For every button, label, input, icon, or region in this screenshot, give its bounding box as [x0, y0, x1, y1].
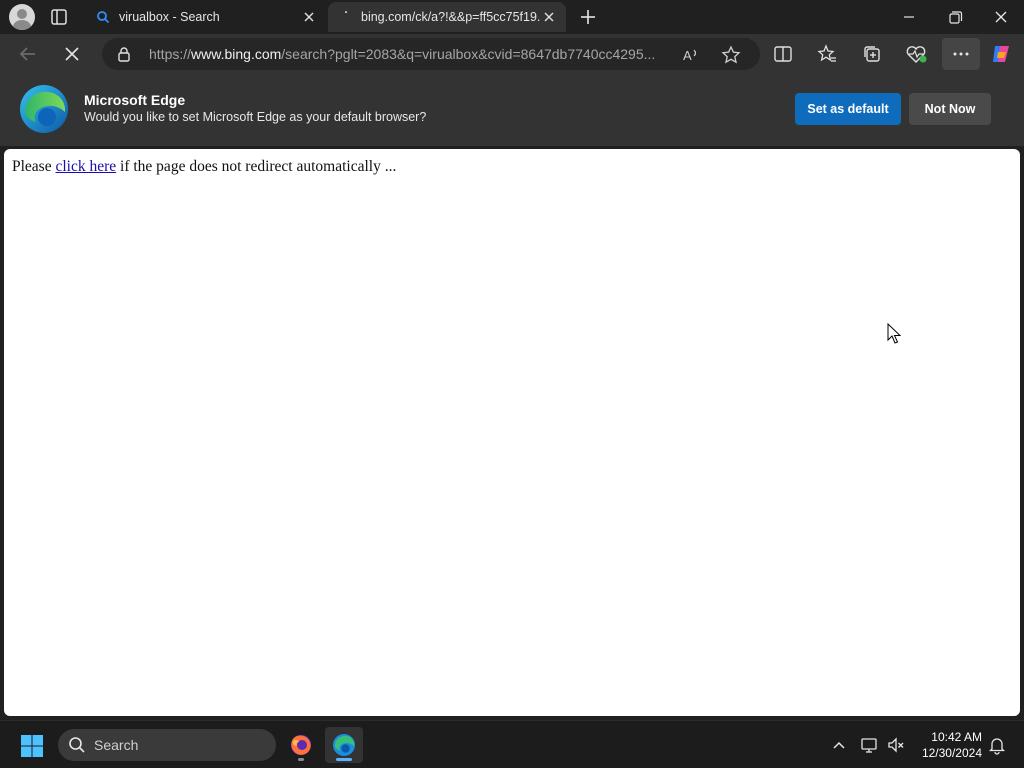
close-tab-icon[interactable]	[540, 8, 558, 26]
taskbar-search-box[interactable]: Search	[58, 729, 276, 761]
tab-virualbox-search[interactable]: virualbox - Search	[86, 2, 326, 32]
notification-bell-icon[interactable]	[987, 735, 1007, 755]
favorites-icon[interactable]	[815, 42, 839, 66]
address-bar[interactable]: https://www.bing.com/search?pglt=2083&q=…	[102, 38, 760, 70]
firefox-icon	[291, 735, 311, 755]
not-now-button[interactable]: Not Now	[909, 93, 991, 125]
windows-taskbar: Search 10:42 AM 12/30/2024	[0, 720, 1024, 768]
infobar-title: Microsoft Edge	[84, 92, 186, 108]
back-arrow-icon[interactable]	[16, 42, 40, 66]
default-browser-infobar: Microsoft Edge Would you like to set Mic…	[0, 74, 1024, 146]
lock-icon[interactable]	[116, 46, 132, 62]
set-as-default-button[interactable]: Set as default	[795, 93, 901, 125]
infobar-message: Would you like to set Microsoft Edge as …	[84, 110, 427, 124]
tab-bing-redirect[interactable]: bing.com/ck/a?!&&p=ff5cc75f19...	[328, 2, 566, 32]
read-aloud-icon[interactable]: A	[680, 44, 702, 66]
clock-date: 12/30/2024	[921, 746, 982, 760]
system-clock[interactable]: 10:42 AM 12/30/2024	[912, 729, 982, 761]
network-icon[interactable]	[860, 735, 880, 755]
split-screen-icon[interactable]	[771, 42, 795, 66]
settings-and-more-button[interactable]	[942, 38, 980, 70]
page-content: Please click here if the page does not r…	[4, 149, 1020, 716]
click-here-link[interactable]: click here	[55, 158, 116, 175]
stop-loading-icon[interactable]	[60, 42, 84, 66]
edge-icon	[333, 734, 355, 756]
close-tab-icon[interactable]	[300, 8, 318, 26]
running-indicator	[298, 758, 304, 761]
restore-window-icon[interactable]	[940, 4, 970, 30]
loading-spinner-icon	[344, 11, 348, 14]
taskbar-edge[interactable]	[325, 727, 363, 763]
edge-logo-icon	[20, 85, 68, 133]
mouse-pointer-icon	[887, 323, 901, 344]
new-tab-icon[interactable]	[576, 5, 600, 29]
taskbar-firefox[interactable]	[282, 727, 320, 763]
collections-icon[interactable]	[860, 42, 884, 66]
close-window-icon[interactable]	[986, 4, 1016, 30]
search-icon	[69, 737, 85, 753]
svg-text:A: A	[683, 48, 692, 63]
url-text[interactable]: https://www.bing.com/search?pglt=2083&q=…	[149, 46, 679, 62]
windows-start-icon[interactable]	[20, 734, 44, 758]
desktop-screen: virualbox - Search bing.com/ck/a?!&&p=ff…	[0, 0, 1024, 768]
active-indicator	[336, 758, 352, 761]
search-label: Search	[94, 737, 139, 753]
tab-actions-icon[interactable]	[50, 8, 68, 26]
browser-toolbar: https://www.bing.com/search?pglt=2083&q=…	[0, 34, 1024, 74]
minimize-window-icon[interactable]	[894, 4, 924, 30]
volume-muted-icon[interactable]	[886, 735, 906, 755]
tab-strip: virualbox - Search bing.com/ck/a?!&&p=ff…	[0, 0, 1024, 34]
tab-title: bing.com/ck/a?!&&p=ff5cc75f19...	[361, 10, 541, 24]
copilot-icon[interactable]	[989, 42, 1013, 66]
show-hidden-icons-chevron-icon[interactable]	[829, 735, 849, 755]
bing-search-favicon-icon	[97, 11, 110, 24]
add-favorite-star-icon[interactable]	[720, 44, 742, 66]
profile-avatar[interactable]	[9, 4, 35, 30]
browser-essentials-icon[interactable]	[904, 42, 928, 66]
clock-time: 10:42 AM	[931, 730, 982, 744]
url-domain: www.bing.com	[191, 46, 282, 62]
redirect-message: Please click here if the page does not r…	[12, 158, 397, 175]
more-dots-icon	[953, 52, 969, 56]
tab-title: virualbox - Search	[119, 10, 220, 24]
